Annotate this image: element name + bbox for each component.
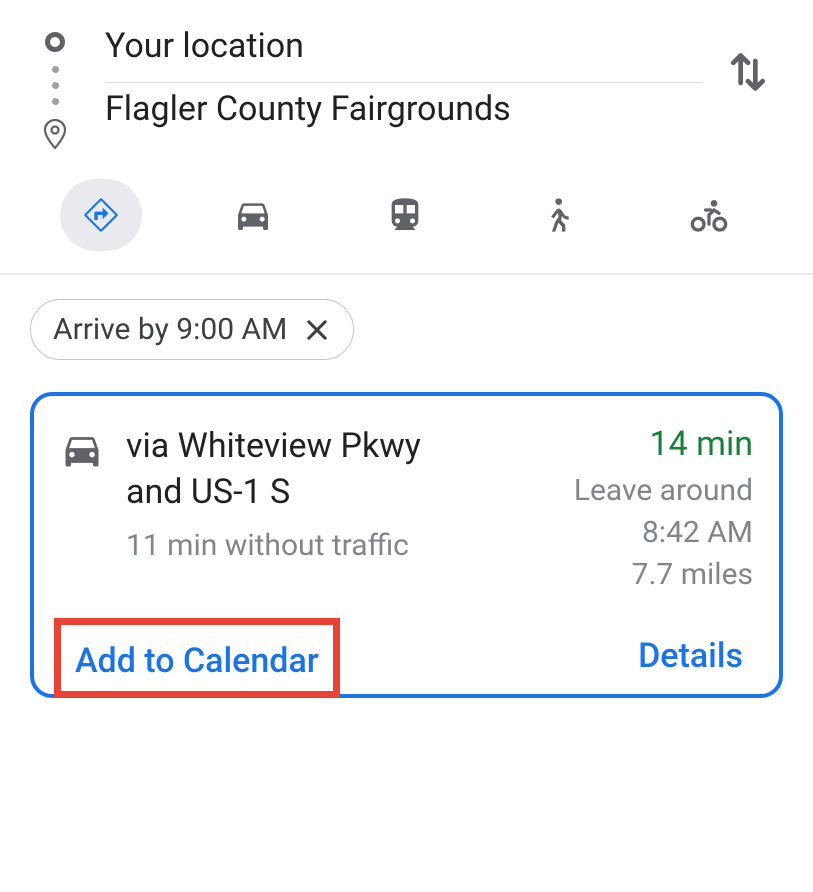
origin-circle-icon [45, 32, 65, 52]
highlight-annotation: Add to Calendar [54, 618, 340, 698]
route-distance-label: 7.7 miles [513, 554, 753, 596]
route-duration-label: 14 min [513, 424, 753, 464]
directions-header [0, 0, 813, 159]
details-button[interactable]: Details [634, 626, 747, 694]
route-summary-row: via Whiteview Pkwy and US-1 S 11 min wit… [60, 424, 753, 596]
route-via-label: via Whiteview Pkwy and US-1 S [126, 424, 483, 516]
route-without-traffic-label: 11 min without traffic [126, 526, 483, 567]
mode-walk-tab[interactable] [516, 179, 598, 251]
location-fields [80, 20, 713, 145]
route-leave-label: Leave around 8:42 AM [513, 470, 753, 554]
options-row: Arrive by 9:00 AM [0, 275, 813, 380]
car-icon [233, 195, 273, 235]
mode-transit-tab[interactable] [364, 179, 446, 251]
walk-icon [537, 195, 577, 235]
route-main-col: via Whiteview Pkwy and US-1 S 11 min wit… [126, 424, 491, 596]
destination-input[interactable] [105, 83, 703, 145]
route-card[interactable]: via Whiteview Pkwy and US-1 S 11 min wit… [30, 392, 783, 698]
route-actions-row: Add to Calendar Details [60, 626, 753, 694]
destination-pin-icon [43, 119, 67, 149]
arrive-by-label: Arrive by 9:00 AM [53, 312, 287, 347]
transit-icon [385, 195, 425, 235]
route-right-col: 14 min Leave around 8:42 AM 7.7 miles [513, 424, 753, 596]
bike-icon [689, 195, 729, 235]
arrive-by-chip[interactable]: Arrive by 9:00 AM [30, 299, 354, 360]
directions-icon [81, 195, 121, 235]
waypoint-markers [30, 20, 80, 149]
close-icon[interactable] [303, 316, 331, 344]
mode-car-tab[interactable] [212, 179, 294, 251]
mode-best-tab[interactable] [60, 179, 142, 251]
origin-input[interactable] [105, 20, 703, 82]
car-icon [60, 428, 104, 472]
swap-icon[interactable] [726, 50, 770, 94]
travel-mode-tabs [0, 159, 813, 273]
add-to-calendar-button[interactable]: Add to Calendar [71, 631, 323, 691]
mode-bike-tab[interactable] [668, 179, 750, 251]
waypoint-dots-icon [52, 66, 59, 105]
